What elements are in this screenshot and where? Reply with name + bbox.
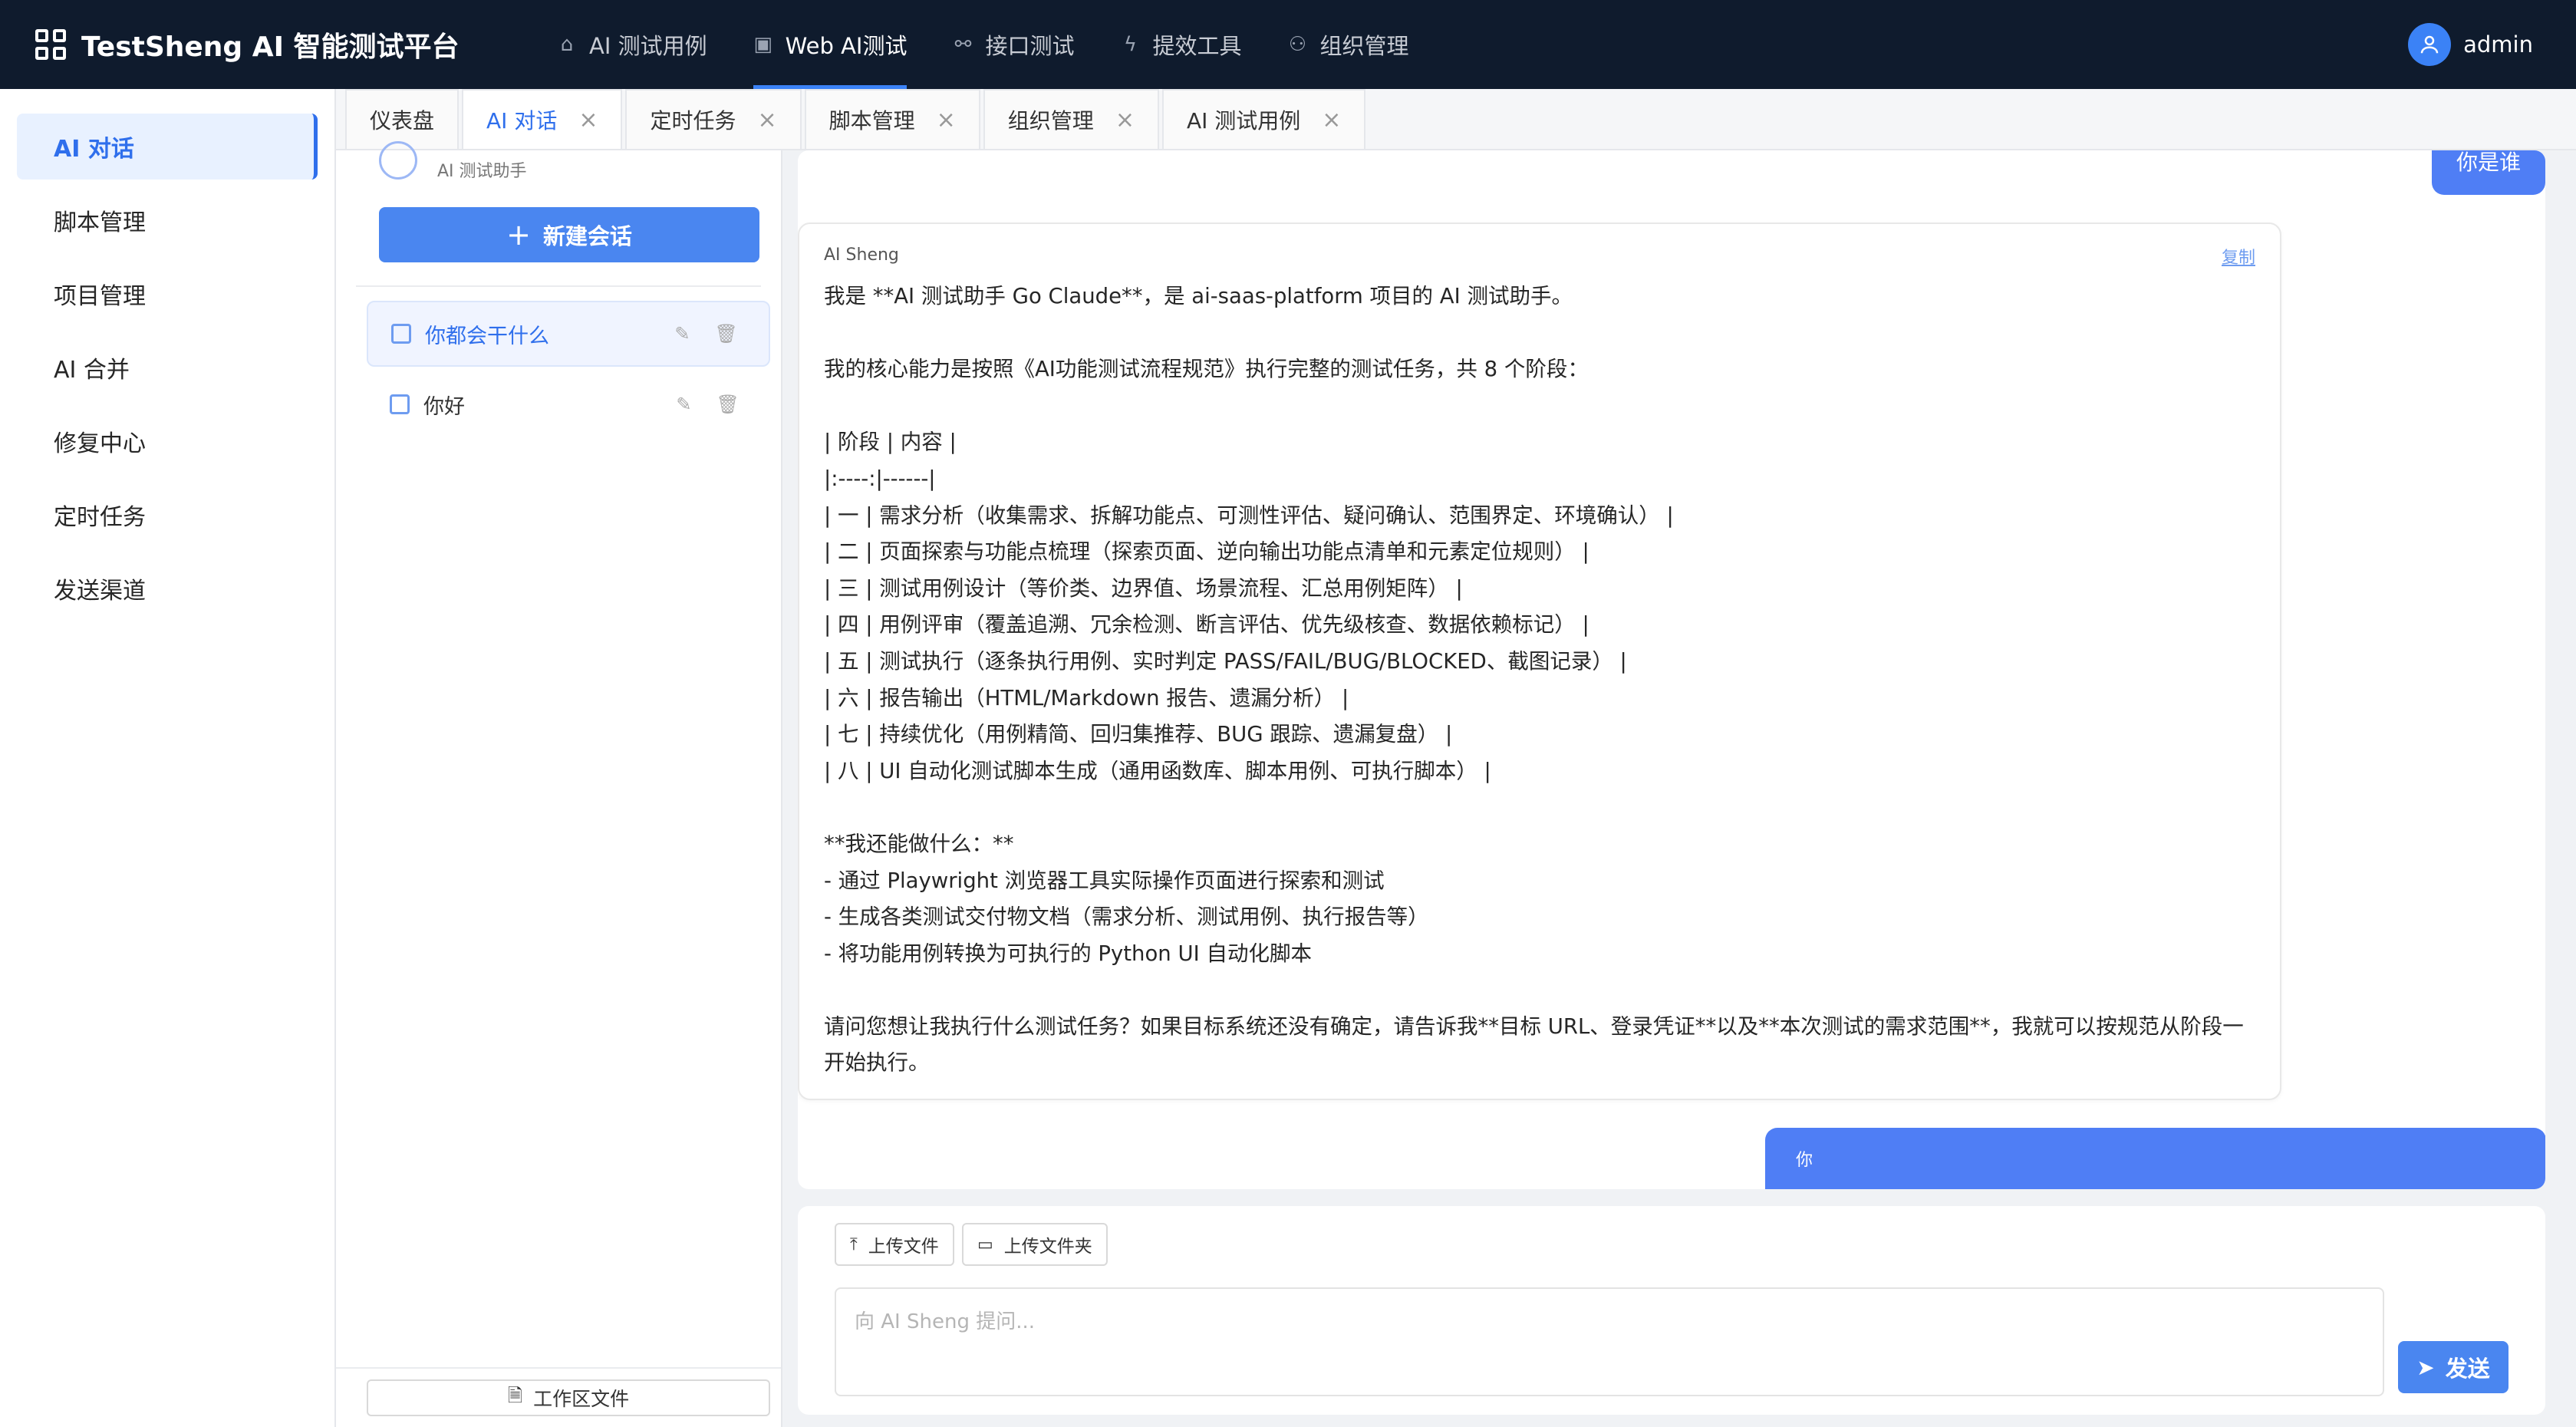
upload-folder-label: 上传文件夹	[1003, 1237, 1092, 1257]
ai-message-text: 我是 **AI 测试助手 Go Claude**，是 ai-saas-platf…	[824, 284, 2244, 1076]
edit-icon[interactable]: ✎	[674, 323, 690, 344]
tab-label: AI 测试用例	[1186, 108, 1301, 133]
new-chat-label: 新建会话	[542, 223, 632, 249]
bot-avatar-icon	[379, 141, 417, 180]
sidebar-item-ai-merge[interactable]: AI 合并	[17, 335, 318, 400]
sidebar-item-label: 修复中心	[54, 430, 146, 457]
tab-org[interactable]: 组织管理 ×	[983, 89, 1159, 149]
send-button[interactable]: ➤ 发送	[2398, 1341, 2508, 1393]
upload-file-label: 上传文件	[868, 1237, 939, 1257]
tab-scripts[interactable]: 脚本管理 ×	[804, 89, 980, 149]
conversation-actions: ✎ 🗑	[650, 323, 738, 344]
nav-web-ai-test[interactable]: ▣ Web AI测试	[730, 0, 931, 89]
conversation-item[interactable]: 你都会干什么 ✎ 🗑	[367, 301, 770, 367]
user-icon	[2420, 35, 2439, 54]
sidebar-item-label: 发送渠道	[54, 578, 146, 605]
nav-tools[interactable]: ϟ 提效工具	[1097, 0, 1264, 89]
copy-button[interactable]: 复制	[2222, 244, 2255, 269]
top-nav-bar: TestSheng AI 智能测试平台 ⌂ AI 测试用例 ▣ Web AI测试…	[0, 0, 2576, 89]
upload-file-button[interactable]: ⤒ 上传文件	[835, 1223, 954, 1266]
composer: ⤒ 上传文件 ▭ 上传文件夹 ➤ 发送	[798, 1206, 2545, 1415]
terminal-icon: ▣	[753, 33, 772, 56]
sidebar: AI 对话 脚本管理 项目管理 AI 合并 修复中心 定时任务 发送渠道	[0, 89, 336, 1427]
tab-label: 组织管理	[1007, 108, 1094, 133]
folder-icon: ▭	[977, 1234, 993, 1254]
conversation-title: 你都会干什么	[425, 324, 549, 348]
new-chat-button[interactable]: + 新建会话	[379, 207, 759, 262]
tab-label: 脚本管理	[828, 108, 915, 133]
tab-dashboard[interactable]: 仪表盘	[345, 89, 460, 149]
file-icon: 🗎	[507, 1384, 523, 1406]
divider	[336, 1367, 781, 1369]
nav-api-test[interactable]: ⚯ 接口测试	[930, 0, 1097, 89]
nav-label: Web AI测试	[785, 33, 908, 59]
send-icon: ➤	[2416, 1354, 2435, 1380]
nav-ai-testcases[interactable]: ⌂ AI 测试用例	[534, 0, 730, 89]
plus-icon: +	[506, 218, 531, 252]
ai-message-card: AI Sheng 复制 我是 **AI 测试助手 Go Claude**，是 a…	[798, 222, 2281, 1100]
upload-icon: ⤒	[850, 1234, 858, 1254]
nav-label: 提效工具	[1152, 33, 1242, 59]
sidebar-item-label: 脚本管理	[54, 209, 146, 236]
close-icon[interactable]: ×	[1322, 107, 1341, 133]
close-icon[interactable]: ×	[937, 107, 956, 133]
link-icon: ⚯	[954, 33, 972, 56]
tab-label: 定时任务	[650, 108, 736, 133]
username: admin	[2463, 31, 2533, 58]
users-icon: ⚇	[1288, 33, 1307, 56]
user-message: 你	[1765, 1128, 2545, 1189]
chat-messages[interactable]: 你是谁 AI Sheng 复制 我是 **AI 测试助手 Go Claude**…	[798, 150, 2545, 1189]
home-icon: ⌂	[560, 33, 574, 56]
nav-org[interactable]: ⚇ 组织管理	[1265, 0, 1432, 89]
conversation-actions: ✎ 🗑	[651, 394, 740, 415]
sidebar-item-ai-chat[interactable]: AI 对话	[17, 114, 318, 180]
workspace-files-label: 工作区文件	[533, 1388, 630, 1410]
lightning-icon: ϟ	[1123, 33, 1138, 56]
conversation-title: 你好	[423, 394, 465, 419]
message-input[interactable]	[835, 1287, 2384, 1396]
close-icon[interactable]: ×	[1115, 107, 1135, 133]
sidebar-item-scripts[interactable]: 脚本管理	[17, 187, 318, 253]
app-title: TestSheng AI 智能测试平台	[81, 31, 460, 63]
delete-icon[interactable]: 🗑	[715, 323, 738, 344]
sidebar-item-channels[interactable]: 发送渠道	[17, 555, 318, 621]
tab-ai-chat[interactable]: AI 对话 ×	[462, 89, 623, 149]
workspace-files-button[interactable]: 🗎 工作区文件	[367, 1379, 770, 1416]
conversation-item[interactable]: 你好 ✎ 🗑	[367, 371, 770, 437]
sidebar-item-label: AI 对话	[54, 136, 134, 163]
nav-label: 接口测试	[985, 33, 1075, 59]
user-menu[interactable]: admin	[2408, 23, 2533, 66]
upload-folder-button[interactable]: ▭ 上传文件夹	[962, 1223, 1108, 1266]
delete-icon[interactable]: 🗑	[716, 394, 740, 415]
chat-icon	[391, 324, 411, 344]
bot-header: AI 测试助手	[379, 141, 527, 189]
close-icon[interactable]: ×	[758, 107, 777, 133]
tab-label: 仪表盘	[370, 108, 435, 133]
bot-subtitle: AI 测试助手	[437, 162, 527, 181]
avatar	[2408, 23, 2452, 66]
tab-label: AI 对话	[486, 108, 558, 133]
conversation-panel: AI 测试助手 + 新建会话 你都会干什么 ✎ 🗑 你好 ✎ 🗑 🗎 工作区文件	[336, 141, 782, 1427]
sidebar-item-label: 定时任务	[54, 504, 146, 531]
divider	[356, 285, 761, 287]
user-message: 你是谁	[2432, 150, 2545, 195]
top-nav: ⌂ AI 测试用例 ▣ Web AI测试 ⚯ 接口测试 ϟ 提效工具 ⚇ 组织管…	[534, 0, 1432, 89]
tab-bar: 仪表盘 AI 对话 × 定时任务 × 脚本管理 × 组织管理 × AI 测试用例 ×	[336, 89, 2576, 150]
sidebar-item-repair[interactable]: 修复中心	[17, 408, 318, 474]
ai-sender-name: AI Sheng	[824, 246, 899, 265]
nav-label: 组织管理	[1319, 33, 1409, 59]
send-label: 发送	[2445, 1356, 2490, 1382]
close-icon[interactable]: ×	[578, 107, 598, 133]
chat-icon	[390, 394, 410, 414]
sidebar-item-label: AI 合并	[54, 357, 130, 384]
brand[interactable]: TestSheng AI 智能测试平台	[35, 25, 496, 64]
tab-ai-testcases[interactable]: AI 测试用例 ×	[1161, 89, 1366, 149]
sidebar-item-schedule[interactable]: 定时任务	[17, 482, 318, 548]
nav-label: AI 测试用例	[589, 33, 707, 59]
grid-icon	[35, 29, 66, 60]
tab-schedule[interactable]: 定时任务 ×	[625, 89, 802, 149]
sidebar-item-label: 项目管理	[54, 283, 146, 310]
edit-icon[interactable]: ✎	[676, 394, 691, 415]
sidebar-item-projects[interactable]: 项目管理	[17, 261, 318, 327]
